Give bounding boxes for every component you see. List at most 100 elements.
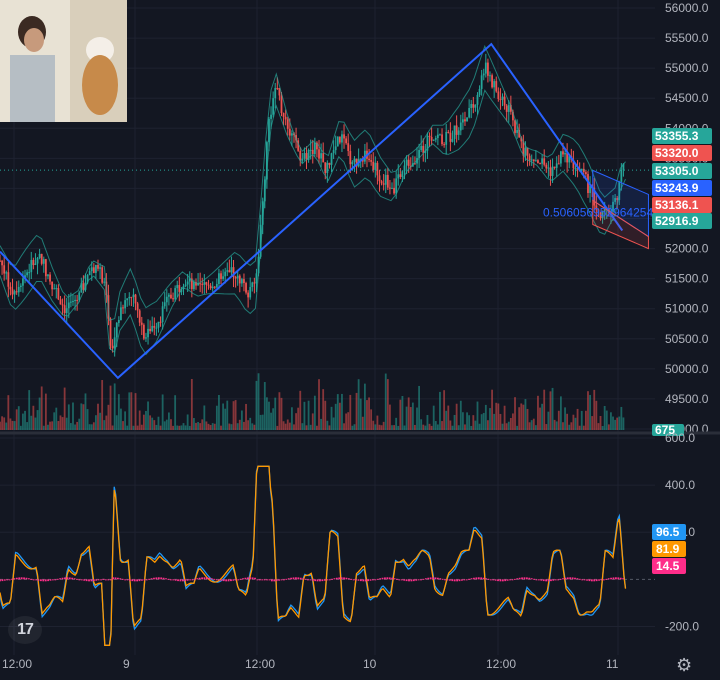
candle-body bbox=[122, 307, 124, 309]
volume-bar bbox=[468, 415, 471, 430]
osc-histogram-bar bbox=[417, 579, 420, 581]
osc-histogram-bar bbox=[201, 577, 203, 580]
candle-body bbox=[351, 161, 354, 165]
volume-bar bbox=[318, 379, 320, 430]
y-tick-label: 56000.0 bbox=[665, 1, 709, 15]
osc-histogram-bar bbox=[27, 578, 30, 580]
osc-histogram-bar bbox=[595, 579, 598, 582]
osc-histogram-bar bbox=[285, 578, 288, 580]
volume-bar bbox=[439, 391, 441, 430]
candle-body bbox=[349, 151, 352, 165]
volume-bar bbox=[616, 417, 619, 430]
volume-bar bbox=[459, 400, 462, 430]
volume-bar bbox=[253, 424, 256, 430]
volume-bar bbox=[432, 405, 435, 430]
candle-body bbox=[447, 131, 450, 133]
candle-body bbox=[126, 298, 129, 301]
volume-bar bbox=[532, 418, 535, 430]
candle-body bbox=[476, 94, 479, 105]
volume-bar bbox=[134, 393, 137, 430]
candle-body bbox=[226, 270, 229, 272]
candle-body bbox=[524, 147, 527, 156]
candle-body bbox=[22, 278, 24, 286]
volume-bar bbox=[403, 425, 406, 430]
osc-histogram-bar bbox=[456, 579, 459, 582]
candle-body bbox=[1, 260, 3, 266]
osc-histogram-bar bbox=[273, 579, 276, 582]
osc-histogram-bar bbox=[138, 579, 141, 582]
candle-body bbox=[386, 174, 389, 188]
osc-histogram-bar bbox=[338, 577, 341, 580]
gear-icon[interactable]: ⚙ bbox=[676, 655, 692, 676]
volume-bar bbox=[326, 420, 329, 430]
candle-body bbox=[574, 168, 577, 170]
osc-histogram-bar bbox=[468, 578, 471, 580]
volume-bar bbox=[453, 414, 456, 430]
volume-bar bbox=[40, 386, 43, 430]
osc-histogram-bar bbox=[319, 579, 321, 582]
volume-bar bbox=[355, 392, 358, 430]
osc-histogram-bar bbox=[323, 579, 326, 581]
osc-histogram-bar bbox=[364, 579, 367, 582]
candle-body bbox=[157, 321, 160, 328]
osc-histogram-bar bbox=[376, 578, 379, 580]
candle-body bbox=[132, 294, 135, 298]
volume-bar bbox=[251, 423, 254, 430]
candle-body bbox=[211, 286, 214, 289]
osc-histogram-bar bbox=[540, 579, 543, 581]
osc-histogram-bar bbox=[525, 577, 528, 580]
osc-histogram-bar bbox=[528, 577, 531, 580]
volume-bar bbox=[178, 425, 181, 430]
osc-histogram-bar bbox=[109, 579, 112, 581]
osc-histogram-bar bbox=[485, 578, 487, 580]
candle-body bbox=[51, 281, 54, 290]
osc-histogram-bar bbox=[615, 577, 617, 580]
osc-histogram-bar bbox=[393, 578, 396, 580]
candle-body bbox=[374, 162, 377, 170]
candle-body bbox=[468, 108, 471, 118]
candle-body bbox=[564, 153, 566, 155]
candle-body bbox=[101, 267, 104, 283]
osc-histogram-bar bbox=[619, 577, 622, 580]
osc-histogram-bar bbox=[23, 577, 25, 580]
candle-body bbox=[528, 155, 531, 161]
volume-bar bbox=[86, 409, 89, 430]
osc-histogram-bar bbox=[350, 578, 353, 580]
volume-bar bbox=[272, 408, 275, 430]
osc-histogram-bar bbox=[112, 577, 114, 580]
candle-body bbox=[372, 161, 375, 170]
osc-histogram-bar bbox=[331, 578, 333, 580]
candle-body bbox=[445, 131, 448, 145]
candle-body bbox=[59, 299, 62, 305]
osc-histogram-bar bbox=[213, 578, 216, 580]
osc-histogram-bar bbox=[304, 578, 307, 580]
osc-histogram-bar bbox=[352, 579, 355, 581]
volume-bar bbox=[115, 415, 118, 430]
volume-bar bbox=[497, 403, 500, 430]
osc-histogram-bar bbox=[566, 577, 569, 580]
volume-bar bbox=[286, 419, 289, 430]
candle-body bbox=[516, 130, 519, 133]
volume-bar bbox=[570, 422, 573, 430]
osc-histogram-bar bbox=[359, 579, 362, 582]
volume-bar bbox=[103, 420, 106, 430]
candle-body bbox=[222, 276, 225, 279]
candle-body bbox=[320, 153, 323, 159]
osc-histogram-bar bbox=[181, 579, 184, 582]
candle-body bbox=[178, 285, 181, 292]
osc-histogram-bar bbox=[391, 577, 394, 580]
volume-bar bbox=[44, 393, 47, 430]
osc-histogram-bar bbox=[49, 579, 52, 581]
candle-body bbox=[284, 116, 287, 120]
candle-body bbox=[74, 299, 76, 301]
volume-bar bbox=[357, 379, 360, 430]
candle-body bbox=[389, 187, 391, 189]
volume-bar bbox=[288, 422, 291, 430]
osc-histogram-bar bbox=[268, 579, 271, 581]
volume-bar bbox=[90, 424, 93, 430]
tradingview-logo[interactable]: 17 bbox=[8, 616, 42, 644]
volume-bar bbox=[172, 425, 174, 430]
candle-body bbox=[547, 167, 550, 169]
osc-histogram-bar bbox=[78, 579, 81, 581]
osc-histogram-bar bbox=[494, 579, 497, 581]
